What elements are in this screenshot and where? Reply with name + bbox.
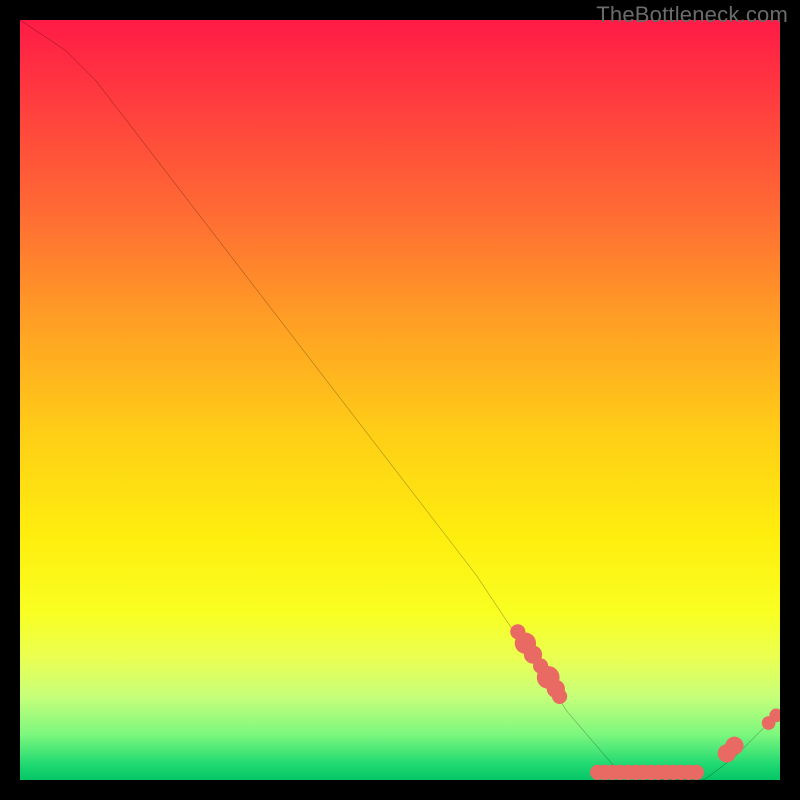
marker-dot (552, 689, 567, 704)
curve-svg (20, 20, 780, 780)
plot-area (20, 20, 780, 780)
scatter-markers (510, 624, 780, 780)
marker-dot (725, 737, 743, 755)
marker-dot (689, 765, 704, 780)
main-curve (20, 20, 780, 780)
watermark-text: TheBottleneck.com (596, 2, 788, 28)
chart-frame: TheBottleneck.com (0, 0, 800, 800)
